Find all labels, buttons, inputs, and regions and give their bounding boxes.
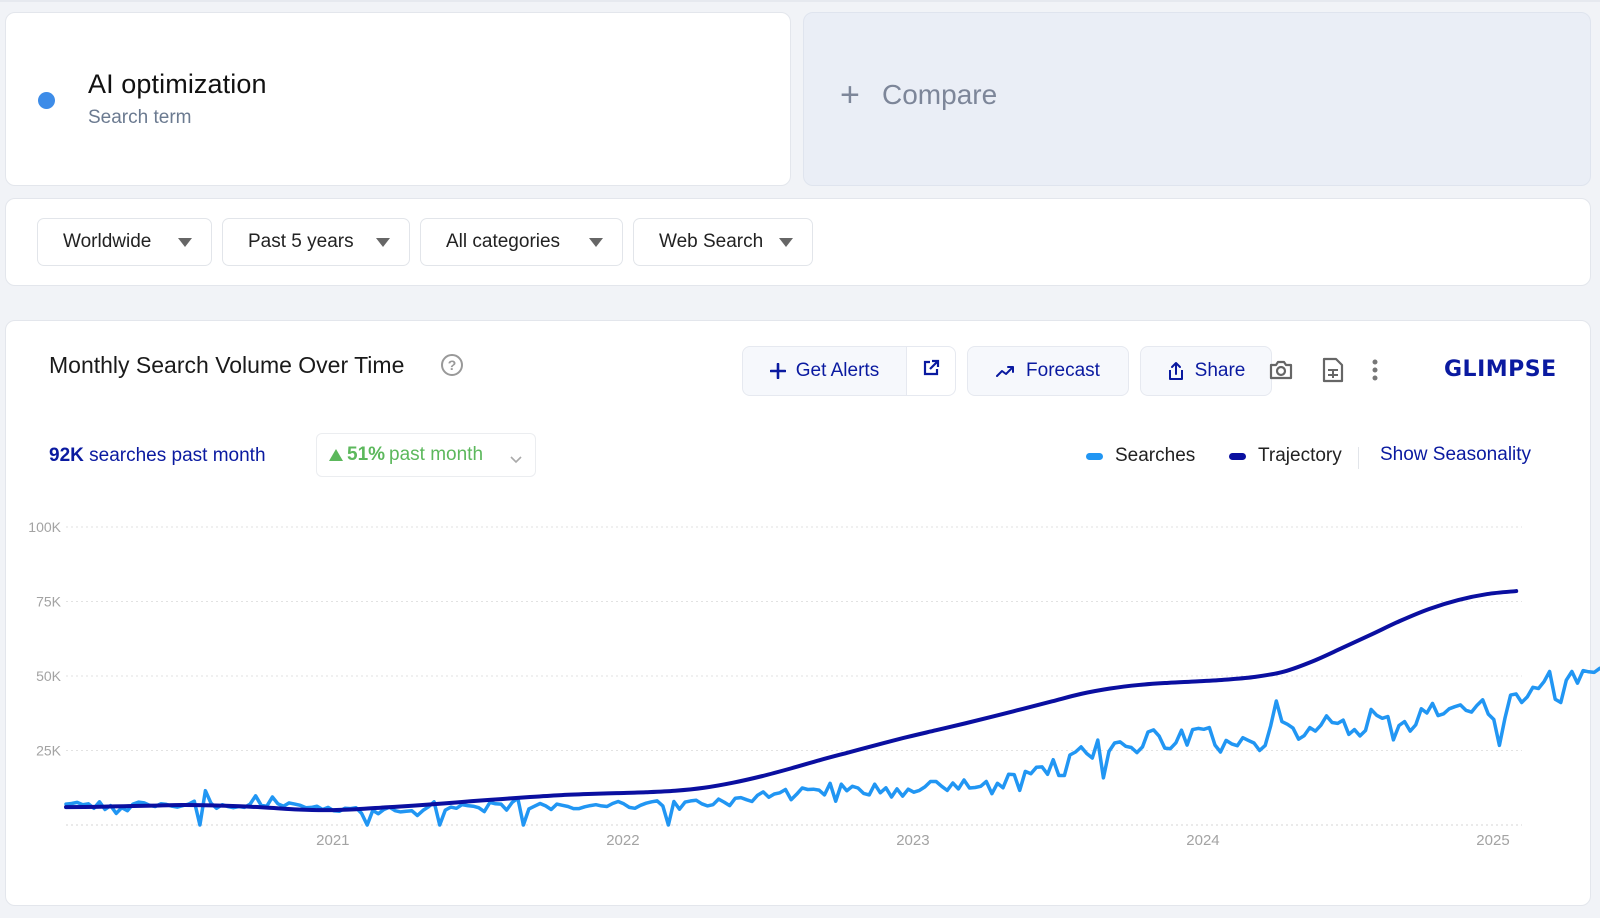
y-tick-label: 25K bbox=[36, 743, 62, 759]
x-tick-label: 2022 bbox=[606, 832, 639, 849]
series-line-searches bbox=[64, 666, 1600, 827]
y-tick-label: 75K bbox=[36, 594, 62, 610]
search-volume-chart: 25K 50K 75K 100K 2021 2022 2023 2024 2025 bbox=[28, 519, 1600, 849]
x-tick-label: 2025 bbox=[1476, 832, 1509, 849]
x-tick-label: 2023 bbox=[896, 832, 929, 849]
x-tick-label: 2021 bbox=[316, 832, 349, 849]
y-tick-label: 50K bbox=[36, 668, 62, 684]
x-tick-label: 2024 bbox=[1186, 832, 1219, 849]
y-tick-label: 100K bbox=[28, 519, 61, 535]
series-line-trajectory bbox=[64, 589, 1519, 813]
